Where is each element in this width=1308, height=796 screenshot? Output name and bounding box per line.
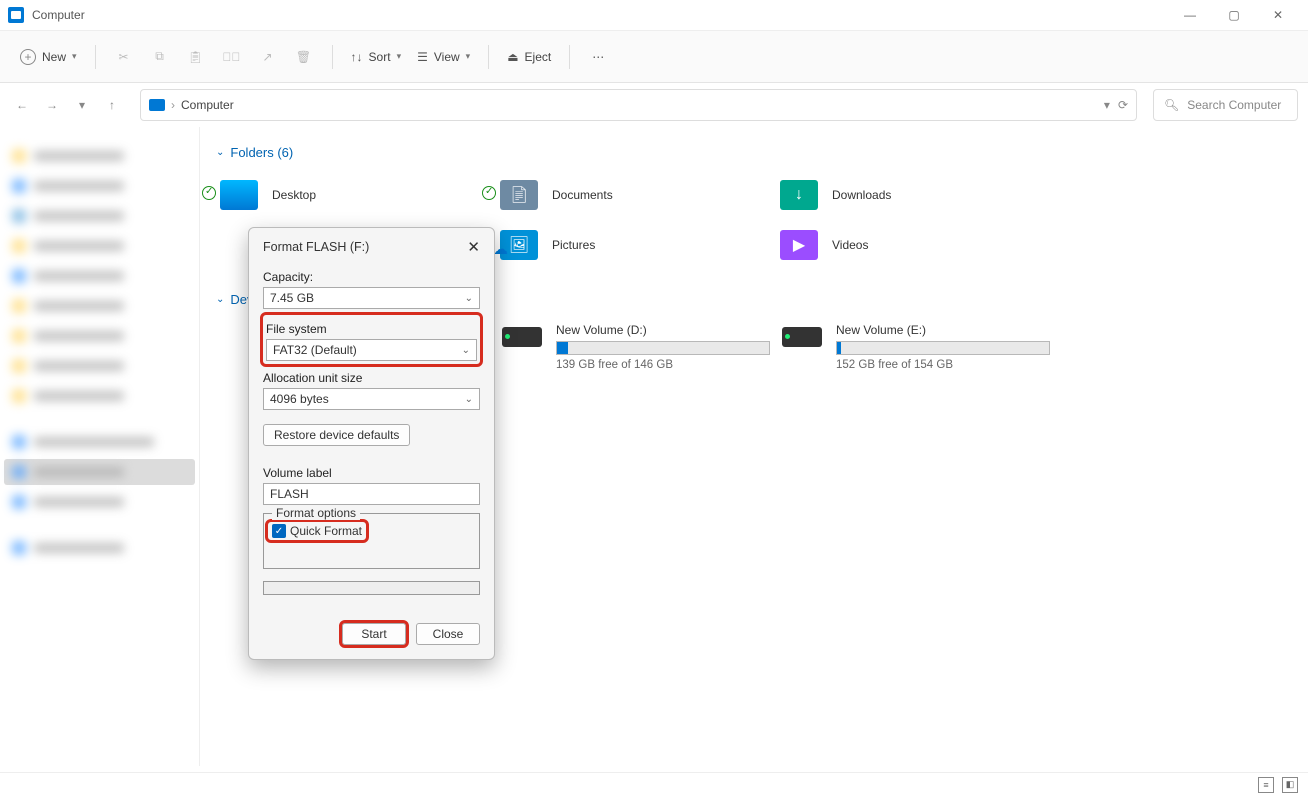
- chevron-down-icon: ▾: [397, 51, 402, 62]
- dialog-close-button[interactable]: ✕: [467, 238, 480, 256]
- restore-defaults-button[interactable]: Restore device defaults: [263, 424, 410, 446]
- allocation-select[interactable]: 4096 bytes⌄: [263, 388, 480, 410]
- back-button[interactable]: ←: [10, 93, 34, 117]
- more-icon: ⋯: [592, 50, 604, 64]
- sync-icon: [482, 186, 496, 200]
- desktop-icon: [220, 180, 258, 210]
- downloads-icon: ↓: [780, 180, 818, 210]
- checkbox-checked-icon: ✓: [272, 524, 286, 538]
- drive-d[interactable]: New Volume (D:) 139 GB free of 146 GB: [496, 317, 776, 377]
- allocation-label: Allocation unit size: [263, 371, 480, 385]
- format-options-group: Format options ✓ Quick Format: [263, 513, 480, 569]
- close-button[interactable]: Close: [416, 623, 480, 645]
- forward-button[interactable]: →: [40, 93, 64, 117]
- share-button[interactable]: ↗: [252, 41, 284, 73]
- sort-button[interactable]: ↑↓ Sort ▾: [345, 41, 408, 73]
- more-button[interactable]: ⋯: [582, 41, 614, 73]
- documents-icon: 📄︎: [500, 180, 538, 210]
- paste-button[interactable]: 📋︎: [180, 41, 212, 73]
- file-system-label: File system: [266, 322, 477, 336]
- search-input[interactable]: 🔍︎ Search Computer: [1153, 89, 1298, 121]
- copy-button[interactable]: ⧉: [144, 41, 176, 73]
- file-system-highlight: File system FAT32 (Default)⌄: [260, 312, 483, 367]
- chevron-down-icon: ▾: [72, 51, 77, 62]
- chevron-down-icon[interactable]: ▾: [1104, 98, 1110, 112]
- rename-icon: ✎⃞: [223, 50, 241, 64]
- search-icon: 🔍︎: [1164, 98, 1179, 112]
- videos-icon: ▶: [780, 230, 818, 260]
- drive-icon: [782, 327, 822, 347]
- storage-bar: [836, 341, 1050, 355]
- scissors-icon: ✂: [119, 50, 129, 64]
- cloud-icon: ☁: [493, 240, 508, 258]
- view-icon: ☰: [417, 50, 428, 64]
- computer-icon: [149, 99, 165, 111]
- breadcrumb-item[interactable]: Computer: [181, 98, 234, 112]
- format-dialog: Format FLASH (F:) ✕ Capacity: 7.45 GB⌄ F…: [248, 227, 495, 660]
- clipboard-icon: 📋︎: [188, 50, 203, 64]
- format-progress: [263, 581, 480, 595]
- status-bar: ≡ ◧: [0, 772, 1308, 796]
- trash-icon: 🗑︎: [296, 50, 311, 64]
- toolbar: + New ▾ ✂ ⧉ 📋︎ ✎⃞ ↗ 🗑︎ ↑↓ Sort ▾ ☰ View …: [0, 30, 1308, 83]
- quick-format-checkbox[interactable]: ✓ Quick Format: [268, 522, 366, 540]
- file-system-select[interactable]: FAT32 (Default)⌄: [266, 339, 477, 361]
- start-button[interactable]: Start: [342, 623, 406, 645]
- new-button[interactable]: + New ▾: [14, 41, 83, 73]
- folder-downloads[interactable]: ↓ Downloads: [776, 170, 1056, 220]
- folder-documents[interactable]: 📄︎ Documents: [496, 170, 776, 220]
- minimize-button[interactable]: ―: [1168, 0, 1212, 30]
- up-button[interactable]: ↑: [100, 93, 124, 117]
- refresh-button[interactable]: ⟳: [1118, 98, 1128, 112]
- view-thumbnails-button[interactable]: ◧: [1282, 777, 1298, 793]
- capacity-select[interactable]: 7.45 GB⌄: [263, 287, 480, 309]
- drive-e[interactable]: New Volume (E:) 152 GB free of 154 GB: [776, 317, 1056, 377]
- share-icon: ↗: [263, 50, 273, 64]
- drive-icon: [502, 327, 542, 347]
- rename-button[interactable]: ✎⃞: [216, 41, 248, 73]
- volume-label-label: Volume label: [263, 466, 480, 480]
- sidebar: [0, 127, 200, 766]
- sync-icon: [202, 186, 216, 200]
- view-details-button[interactable]: ≡: [1258, 777, 1274, 793]
- folder-desktop[interactable]: Desktop: [216, 170, 496, 220]
- view-button[interactable]: ☰ View ▾: [411, 41, 476, 73]
- dialog-title: Format FLASH (F:): [263, 240, 369, 254]
- sort-icon: ↑↓: [351, 50, 363, 64]
- chevron-down-icon: ⌄: [216, 294, 224, 305]
- capacity-label: Capacity:: [263, 270, 480, 284]
- eject-button[interactable]: ⏏ Eject: [501, 41, 557, 73]
- plus-icon: +: [20, 49, 36, 65]
- maximize-button[interactable]: ▢: [1212, 0, 1256, 30]
- chevron-down-icon: ⌄: [465, 394, 473, 405]
- titlebar: Computer ― ▢ ✕: [0, 0, 1308, 30]
- app-icon: [8, 7, 24, 23]
- folder-videos[interactable]: ▶ Videos: [776, 220, 1056, 270]
- storage-bar: [556, 341, 770, 355]
- volume-label-input[interactable]: FLASH: [263, 483, 480, 505]
- close-window-button[interactable]: ✕: [1256, 0, 1300, 30]
- chevron-down-icon: ▾: [466, 51, 471, 62]
- delete-button[interactable]: 🗑︎: [288, 41, 320, 73]
- cut-button[interactable]: ✂: [108, 41, 140, 73]
- chevron-down-icon: ⌄: [465, 293, 473, 304]
- copy-icon: ⧉: [155, 49, 164, 64]
- folders-section-header[interactable]: ⌄ Folders (6): [216, 145, 1292, 160]
- eject-icon: ⏏: [507, 50, 518, 64]
- chevron-down-icon: ⌄: [216, 147, 224, 158]
- folder-pictures[interactable]: ☁ 🖼︎ Pictures: [496, 220, 776, 270]
- window-title: Computer: [32, 8, 1168, 22]
- chevron-down-icon: ⌄: [462, 345, 470, 356]
- breadcrumb[interactable]: › Computer ▾ ⟳: [140, 89, 1137, 121]
- recent-dropdown[interactable]: ▾: [70, 93, 94, 117]
- navbar: ← → ▾ ↑ › Computer ▾ ⟳ 🔍︎ Search Compute…: [0, 83, 1308, 127]
